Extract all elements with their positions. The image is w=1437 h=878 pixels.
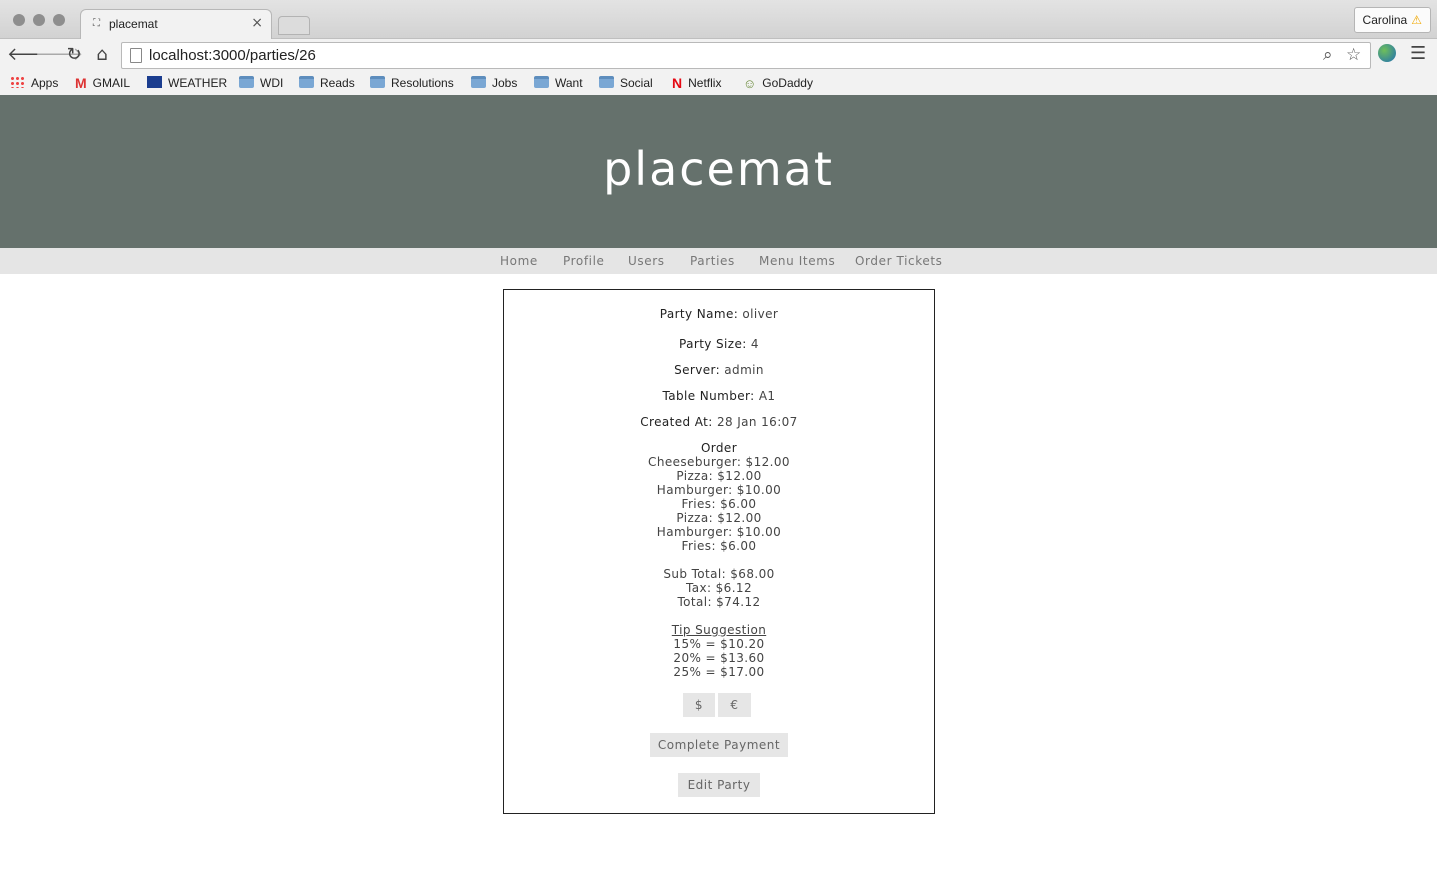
bookmark-social[interactable]: Social (599, 75, 653, 91)
bookmark-wdi[interactable]: WDI (239, 75, 283, 91)
table-number-row: Table Number: A1 (662, 389, 776, 403)
nav-home[interactable]: Home (500, 254, 538, 268)
table-number: A1 (758, 389, 776, 403)
subtotal: Sub Total: $68.00 (663, 567, 775, 581)
edit-party-button[interactable]: Edit Party (678, 773, 760, 797)
bookmark-apps[interactable]: Apps (10, 75, 58, 91)
site-logo[interactable]: placemat (0, 142, 1437, 196)
party-size-row: Party Size: 4 (679, 337, 759, 351)
server-name: admin (724, 363, 764, 377)
nav-menu-items[interactable]: Menu Items (759, 254, 835, 268)
site-nav: Home Profile Users Parties Menu Items Or… (0, 248, 1437, 274)
new-tab-button[interactable] (278, 16, 310, 35)
order-item: Fries: $6.00 (681, 497, 757, 511)
server-row: Server: admin (674, 363, 764, 377)
currency-euro-button[interactable]: € (718, 693, 751, 717)
url-text[interactable]: localhost:3000/parties/26 (149, 47, 316, 64)
tip-suggestion-heading: Tip Suggestion (671, 623, 767, 637)
profile-button[interactable]: Carolina ⚠ (1353, 7, 1431, 33)
bookmark-weather[interactable]: WEATHER (147, 75, 227, 91)
browser-toolbar: 🡐 🡒 ↻ ⌂ localhost:3000/parties/26 ⌕ ☆ ☰ (0, 39, 1437, 71)
bookmark-reads[interactable]: Reads (299, 75, 355, 91)
menu-icon[interactable]: ☰ (1410, 43, 1426, 64)
close-window-button[interactable] (13, 14, 25, 26)
order-item: Pizza: $12.00 (676, 469, 762, 483)
browser-tab[interactable]: ⛶ placemat × (80, 9, 272, 40)
bookmark-want[interactable]: Want (534, 75, 583, 91)
party-name-row: Party Name: oliver (659, 307, 779, 321)
site-header: placemat (0, 95, 1437, 248)
complete-payment-button[interactable]: Complete Payment (650, 733, 788, 757)
created-at: 28 Jan 16:07 (716, 415, 798, 429)
folder-icon (370, 76, 385, 88)
order-item: Fries: $6.00 (681, 539, 757, 553)
reload-icon[interactable]: ↻ (63, 44, 85, 66)
folder-icon (299, 76, 314, 88)
extension-globe-icon[interactable] (1378, 44, 1396, 62)
home-icon[interactable]: ⌂ (91, 44, 113, 66)
tab-close-icon[interactable]: × (251, 15, 263, 31)
page-icon (130, 48, 142, 63)
party-size: 4 (750, 337, 759, 351)
bookmark-resolutions[interactable]: Resolutions (370, 75, 454, 91)
tip-option: 15% = $10.20 (673, 637, 765, 651)
currency-dollar-button[interactable]: $ (683, 693, 715, 717)
bookmark-jobs[interactable]: Jobs (471, 75, 517, 91)
folder-icon (239, 76, 254, 88)
tab-title: placemat (109, 17, 158, 31)
tax: Tax: $6.12 (685, 581, 752, 595)
gmail-icon: M (75, 75, 87, 91)
back-icon[interactable]: 🡐 (7, 44, 55, 66)
total: Total: $74.12 (677, 595, 761, 609)
nav-order-tickets[interactable]: Order Tickets (855, 254, 942, 268)
netflix-icon: N (672, 75, 683, 91)
forward-icon[interactable]: 🡒 (35, 44, 83, 66)
zoom-window-button[interactable] (53, 14, 65, 26)
bookmark-star-icon[interactable]: ☆ (1346, 45, 1361, 65)
tip-option: 25% = $17.00 (673, 665, 765, 679)
browser-chrome: ⛶ placemat × Carolina ⚠ 🡐 🡒 ↻ ⌂ localhost… (0, 0, 1437, 96)
order-item: Pizza: $12.00 (676, 511, 762, 525)
nav-profile[interactable]: Profile (563, 254, 605, 268)
folder-icon (471, 76, 486, 88)
order-item: Cheeseburger: $12.00 (648, 455, 790, 469)
minimize-window-button[interactable] (33, 14, 45, 26)
folder-icon (599, 76, 614, 88)
warning-icon: ⚠ (1411, 13, 1422, 27)
bookmark-gmail[interactable]: M GMAIL (75, 75, 130, 91)
bookmark-netflix[interactable]: N Netflix (672, 75, 721, 91)
tip-option: 20% = $13.60 (673, 651, 765, 665)
page-favicon-icon: ⛶ (93, 18, 100, 29)
address-bar[interactable]: localhost:3000/parties/26 ⌕ ☆ (121, 42, 1371, 69)
title-bar: ⛶ placemat × Carolina ⚠ (0, 0, 1437, 40)
nav-parties[interactable]: Parties (690, 254, 735, 268)
folder-icon (534, 76, 549, 88)
profile-name: Carolina (1362, 13, 1408, 27)
party-card: Party Name: oliver Party Size: 4 Server:… (503, 289, 935, 814)
order-item: Hamburger: $10.00 (656, 525, 782, 539)
created-at-row: Created At: 28 Jan 16:07 (640, 415, 798, 429)
bookmark-godaddy[interactable]: ☺ GoDaddy (743, 75, 813, 91)
weather-icon (147, 76, 162, 88)
bookmarks-bar: Apps M GMAIL WEATHER WDI Reads Resolution… (0, 71, 1437, 95)
nav-users[interactable]: Users (628, 254, 665, 268)
godaddy-icon: ☺ (743, 76, 757, 91)
party-name: oliver (742, 307, 779, 321)
order-heading: Order (700, 441, 738, 455)
apps-icon (10, 76, 25, 88)
order-item: Hamburger: $10.00 (656, 483, 782, 497)
search-icon[interactable]: ⌕ (1323, 45, 1333, 65)
